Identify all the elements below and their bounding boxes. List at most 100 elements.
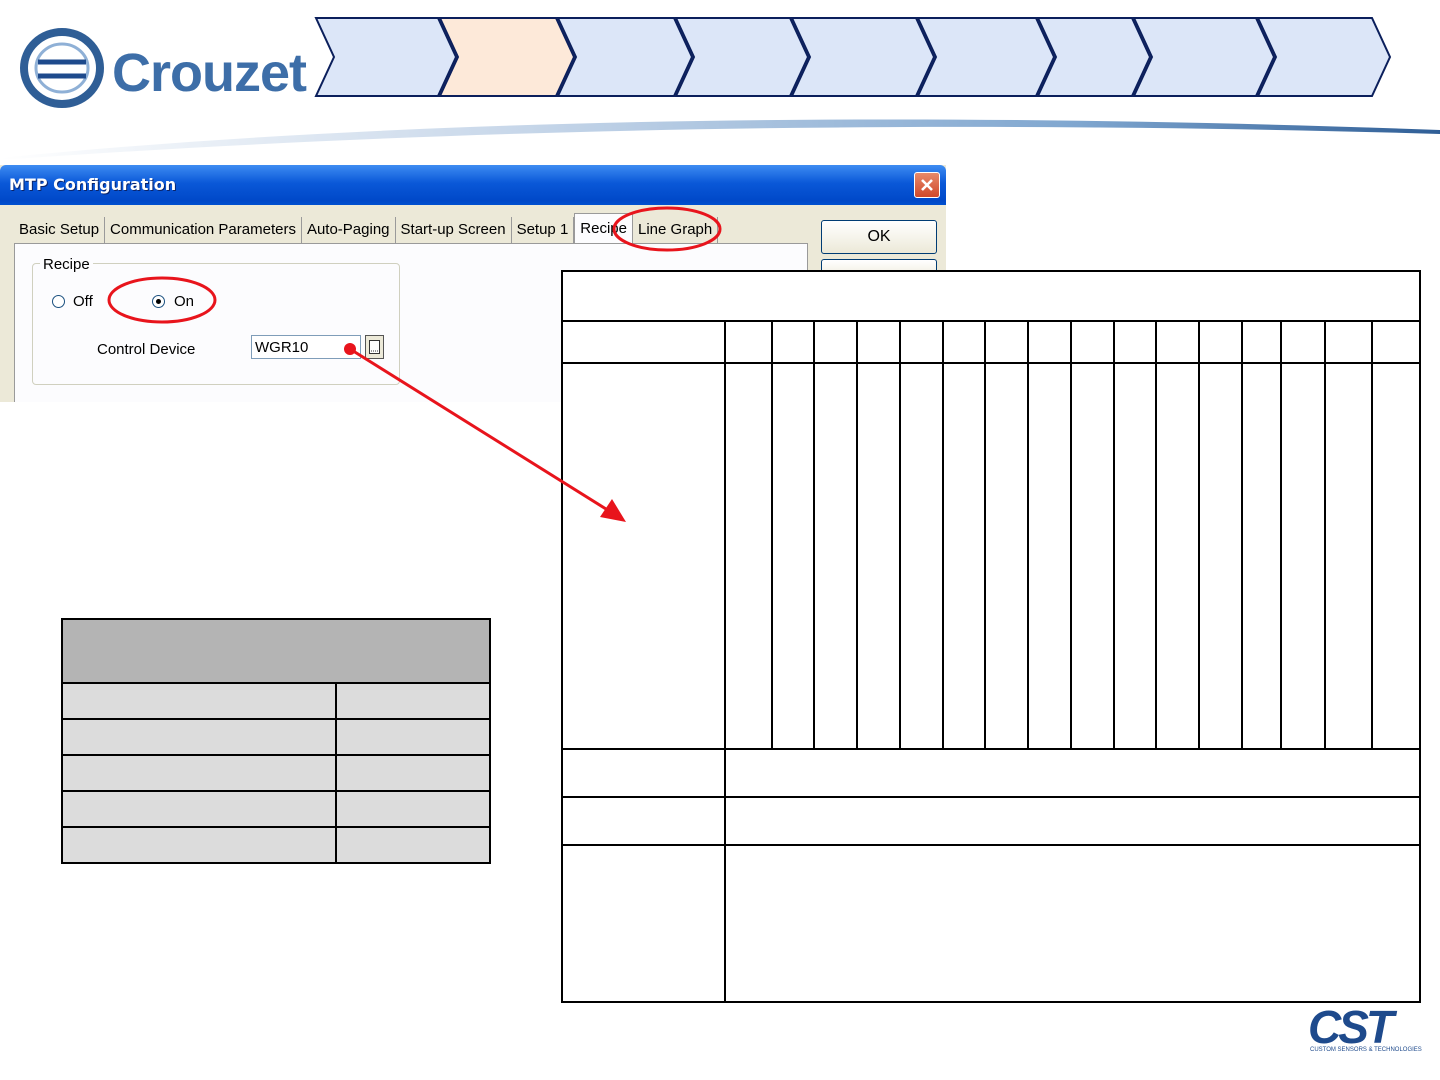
ok-button[interactable]: OK — [821, 220, 937, 254]
table-cell — [723, 748, 1422, 798]
process-step-6 — [916, 17, 1056, 97]
close-icon — [921, 179, 933, 191]
table-row — [61, 682, 491, 720]
radio-on-dot — [156, 299, 161, 304]
dialog-title: MTP Configuration — [9, 175, 177, 194]
table-cell — [61, 718, 337, 756]
table-cell — [561, 320, 726, 364]
radio-on[interactable] — [152, 295, 165, 308]
table-row — [561, 362, 1422, 750]
table-cell — [1155, 362, 1200, 750]
dialog-titlebar[interactable]: MTP Configuration — [0, 165, 946, 205]
table-cell — [1280, 320, 1326, 364]
process-step-2 — [438, 17, 576, 97]
small-table — [61, 618, 491, 864]
table-cell — [856, 320, 901, 364]
small-table-header-cell — [61, 618, 491, 684]
table-cell — [942, 362, 986, 750]
table-cell — [1370, 320, 1422, 364]
table-row — [61, 790, 491, 828]
cst-logo-subtitle: CUSTOM SENSORS & TECHNOLOGIES — [1310, 1047, 1422, 1053]
table-title-cell — [560, 270, 1422, 322]
table-cell — [723, 796, 1422, 846]
table-row — [561, 844, 1422, 1003]
table-cell — [899, 320, 944, 364]
table-cell — [61, 754, 337, 792]
table-cell — [942, 320, 986, 364]
table-cell — [1324, 320, 1373, 364]
table-cell — [1070, 362, 1115, 750]
table-cell — [561, 796, 726, 846]
table-cell — [61, 790, 337, 828]
table-cell — [335, 790, 491, 828]
table-cell — [61, 682, 337, 720]
table-cell — [335, 718, 491, 756]
process-step-5 — [790, 17, 936, 97]
table-row — [561, 796, 1422, 846]
process-step-9 — [1256, 17, 1392, 97]
radio-on-label: On — [174, 293, 195, 310]
table-cell — [561, 844, 726, 1003]
recipe-groupbox — [32, 263, 400, 385]
tab-start-up-screen[interactable]: Start-up Screen — [396, 217, 512, 245]
table-cell — [771, 362, 815, 750]
process-step-3 — [556, 17, 694, 97]
control-device-label: Control Device — [97, 341, 196, 358]
table-cell — [723, 844, 1422, 1003]
tab-line-graph[interactable]: Line Graph — [633, 217, 719, 245]
table-cell — [1027, 320, 1072, 364]
cst-logo: CST — [1308, 1001, 1394, 1053]
table-cell — [813, 362, 858, 750]
table-cell — [724, 320, 773, 364]
control-device-browse-button[interactable] — [365, 335, 384, 359]
table-cell — [724, 362, 773, 750]
table-cell — [335, 826, 491, 864]
table-cell — [856, 362, 901, 750]
crouzet-emblem-icon — [20, 28, 104, 108]
table-cell — [1370, 362, 1422, 750]
table-row — [61, 754, 491, 792]
process-step-8 — [1132, 17, 1276, 97]
table-header-row — [561, 320, 1422, 364]
radio-off-label: Off — [73, 293, 93, 310]
table-cell — [561, 748, 726, 798]
device-picker-icon — [369, 340, 380, 354]
table-cell — [813, 320, 858, 364]
table-cell — [984, 362, 1029, 750]
recipe-group-label: Recipe — [40, 256, 93, 273]
table-cell — [899, 362, 944, 750]
table-cell — [984, 320, 1029, 364]
table-cell — [1198, 362, 1243, 750]
table-row — [61, 718, 491, 756]
table-cell — [1241, 320, 1282, 364]
table-cell — [335, 754, 491, 792]
table-title-row — [560, 270, 1422, 322]
control-device-input[interactable] — [251, 335, 361, 359]
crouzet-logo: Crouzet — [20, 24, 320, 114]
table-cell — [1198, 320, 1243, 364]
tab-strip: Basic Setup Communication Parameters Aut… — [14, 213, 719, 248]
crouzet-wordmark: Crouzet — [112, 43, 307, 103]
table-cell — [1113, 362, 1157, 750]
process-step-1 — [314, 17, 458, 97]
table-row — [61, 826, 491, 864]
tab-communication-parameters[interactable]: Communication Parameters — [105, 217, 302, 245]
radio-off[interactable] — [52, 295, 65, 308]
close-button[interactable] — [914, 172, 940, 198]
table-cell — [335, 682, 491, 720]
table-cell — [1280, 362, 1326, 750]
table-cell — [1155, 320, 1200, 364]
tab-basic-setup[interactable]: Basic Setup — [14, 217, 106, 245]
process-step-4 — [674, 17, 810, 97]
table-cell — [1241, 362, 1282, 750]
tab-auto-paging[interactable]: Auto-Paging — [302, 217, 396, 245]
tab-setup-1[interactable]: Setup 1 — [512, 217, 575, 245]
table-cell — [771, 320, 815, 364]
small-table-header — [61, 618, 491, 684]
table-cell — [1324, 362, 1373, 750]
table-cell — [561, 362, 726, 750]
recipe-description-table — [560, 270, 1422, 1003]
table-row — [561, 748, 1422, 798]
table-cell — [61, 826, 337, 864]
table-cell — [1070, 320, 1115, 364]
